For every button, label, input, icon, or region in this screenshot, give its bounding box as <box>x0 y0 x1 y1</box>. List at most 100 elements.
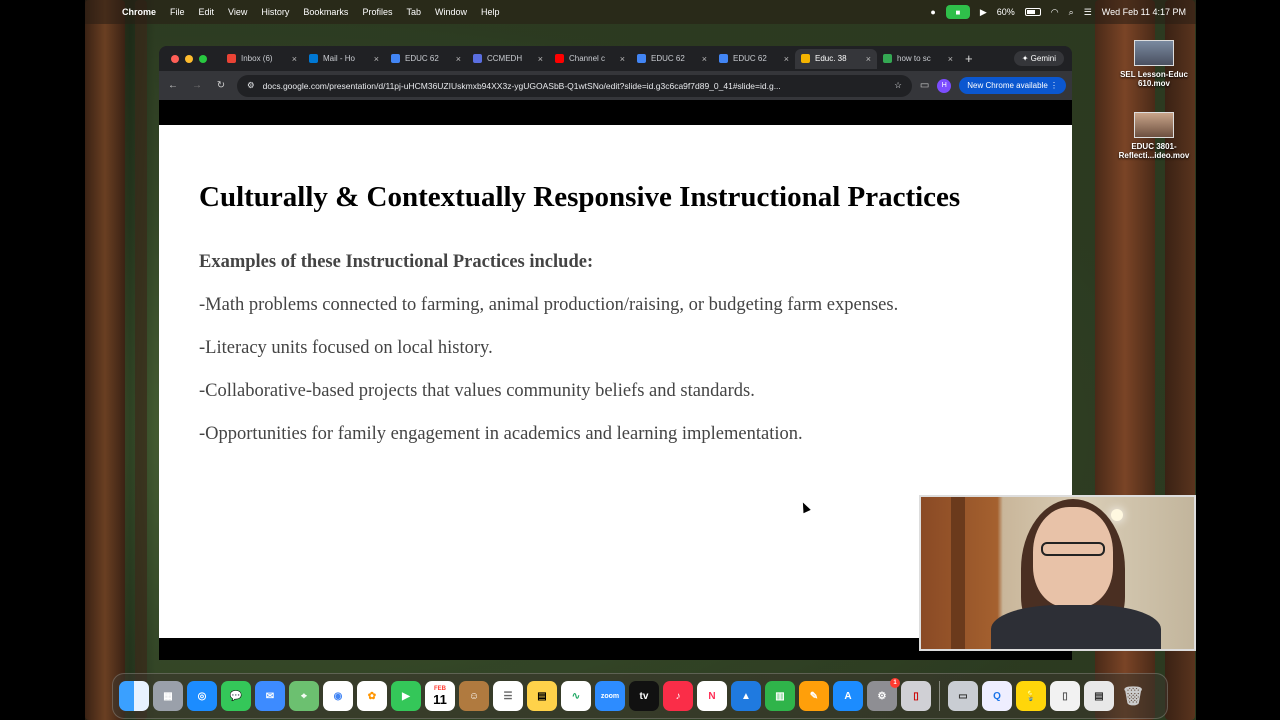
play-icon[interactable]: ▶ <box>980 7 987 18</box>
video-thumbnail <box>1134 112 1174 138</box>
browser-tab[interactable]: EDUC 62 × <box>385 49 467 69</box>
mail-icon[interactable]: ✉ <box>255 681 285 711</box>
close-tab-icon[interactable]: × <box>620 54 625 64</box>
trash-icon[interactable]: 🗑 <box>1118 681 1148 711</box>
pages-icon[interactable]: ✎ <box>799 681 829 711</box>
update-chrome-button[interactable]: New Chrome available ⋮ <box>959 77 1066 94</box>
desktop-file-educ-3801[interactable]: EDUC 3801-Reflecti...ideo.mov <box>1114 112 1194 160</box>
screen-record-icon[interactable]: ● <box>930 7 935 17</box>
close-tab-icon[interactable]: × <box>866 54 871 64</box>
keynote-icon[interactable]: ▲ <box>731 681 761 711</box>
downloads-folder-icon[interactable]: ▭ <box>948 681 978 711</box>
clock[interactable]: Wed Feb 11 4:17 PM <box>1102 7 1186 17</box>
facetime-video-icon[interactable]: ■ <box>945 5 970 19</box>
profile-avatar[interactable]: H <box>937 78 952 93</box>
tab-label: EDUC 62 <box>733 54 767 63</box>
zoom-icon[interactable]: zoom <box>595 681 625 711</box>
menu-edit[interactable]: Edit <box>199 7 215 17</box>
browser-tab[interactable]: Inbox (6) × <box>221 49 303 69</box>
close-tab-icon[interactable]: × <box>374 54 379 64</box>
tab-strip: Inbox (6) × Mail - Ho × EDUC 62 × CCMEDH × Chann… <box>159 46 1072 71</box>
browser-tab[interactable]: CCMEDH × <box>467 49 549 69</box>
contacts-icon[interactable]: ☺ <box>459 681 489 711</box>
site-info-icon[interactable]: ⚙ <box>247 80 255 91</box>
browser-tab[interactable]: Channel c × <box>549 49 631 69</box>
music-icon[interactable]: ♪ <box>663 681 693 711</box>
document-icon[interactable]: ▯ <box>1050 681 1080 711</box>
launchpad-icon[interactable]: ▦ <box>153 681 183 711</box>
tab-label: CCMEDH <box>487 54 523 63</box>
update-label: New Chrome available <box>967 81 1048 90</box>
close-window-icon[interactable] <box>171 54 179 63</box>
freeform-icon[interactable]: ∿ <box>561 681 591 711</box>
dock-separator <box>939 681 940 711</box>
menu-app-name[interactable]: Chrome <box>122 7 156 17</box>
browser-tab[interactable]: EDUC 62 × <box>713 49 795 69</box>
gemini-label: Gemini <box>1030 54 1056 63</box>
browser-tab[interactable]: Educ. 38 × <box>795 48 877 69</box>
menu-help[interactable]: Help <box>481 7 500 17</box>
maps-icon[interactable]: ⌖ <box>289 681 319 711</box>
menu-file[interactable]: File <box>170 7 185 17</box>
facetime-icon[interactable]: ▶ <box>391 681 421 711</box>
quicktime-icon[interactable]: Q <box>982 681 1012 711</box>
wifi-icon[interactable]: ◠ <box>1051 7 1059 18</box>
cast-icon[interactable]: ▭ <box>920 80 929 91</box>
forward-icon[interactable]: → <box>189 80 205 91</box>
bookmark-star-icon[interactable]: ☆ <box>894 80 902 91</box>
menu-window[interactable]: Window <box>435 7 467 17</box>
search-icon[interactable]: ⌕ <box>1069 7 1074 18</box>
photos-icon[interactable]: ✿ <box>357 681 387 711</box>
menu-bookmarks[interactable]: Bookmarks <box>303 7 348 17</box>
close-tab-icon[interactable]: × <box>784 54 789 64</box>
numbers-icon[interactable]: ▥ <box>765 681 795 711</box>
close-tab-icon[interactable]: × <box>538 54 543 64</box>
browser-tab[interactable]: how to sc × <box>877 49 959 69</box>
battery-icon[interactable] <box>1024 8 1041 16</box>
back-icon[interactable]: ← <box>165 80 181 91</box>
browser-toolbar: ← → ↻ ⚙ docs.google.com/presentation/d/1… <box>159 71 1072 100</box>
calendar-day: 11 <box>433 691 447 707</box>
menu-tab[interactable]: Tab <box>406 7 421 17</box>
zoom-window-icon[interactable] <box>199 54 207 63</box>
close-tab-icon[interactable]: × <box>702 54 707 64</box>
browser-tab[interactable]: Mail - Ho × <box>303 49 385 69</box>
preview-icon[interactable]: ▯ <box>901 681 931 711</box>
window-controls <box>171 54 207 63</box>
dock: ▦ ◎ 💬 ✉ ⌖ ◉ ✿ ▶ FEB 11 ☺ ☰ ▤ ∿ zoom tv ♪… <box>112 673 1168 719</box>
tab-favicon-icon <box>227 54 236 63</box>
notes-icon[interactable]: ▤ <box>527 681 557 711</box>
new-tab-icon[interactable]: + <box>965 51 973 66</box>
tab-favicon-icon <box>391 54 400 63</box>
apple-tv-icon[interactable]: tv <box>629 681 659 711</box>
finder-icon[interactable] <box>119 681 149 711</box>
presenter-body <box>991 605 1161 649</box>
tab-list: Inbox (6) × Mail - Ho × EDUC 62 × CCMEDH × Chann… <box>221 48 959 69</box>
tips-icon[interactable]: 💡 <box>1016 681 1046 711</box>
reminders-icon[interactable]: ☰ <box>493 681 523 711</box>
messages-icon[interactable]: 💬 <box>221 681 251 711</box>
menu-history[interactable]: History <box>261 7 289 17</box>
close-tab-icon[interactable]: × <box>456 54 461 64</box>
news-icon[interactable]: N <box>697 681 727 711</box>
menu-profiles[interactable]: Profiles <box>362 7 392 17</box>
desktop-file-sel-lesson[interactable]: SEL Lesson-Educ 610.mov <box>1114 40 1194 88</box>
calendar-icon[interactable]: FEB 11 <box>425 681 455 711</box>
gemini-button[interactable]: ✦ Gemini <box>1013 51 1064 66</box>
folder-stack-icon[interactable]: ▤ <box>1084 681 1114 711</box>
safari-icon[interactable]: ◎ <box>187 681 217 711</box>
app-store-icon[interactable]: A <box>833 681 863 711</box>
close-tab-icon[interactable]: × <box>948 54 953 64</box>
browser-tab[interactable]: EDUC 62 × <box>631 49 713 69</box>
close-tab-icon[interactable]: × <box>292 54 297 64</box>
address-bar[interactable]: ⚙ docs.google.com/presentation/d/11pj-uH… <box>237 74 912 97</box>
video-thumbnail <box>1134 40 1174 66</box>
system-settings-icon[interactable]: ⚙ 1 <box>867 678 900 711</box>
desktop-file-label: SEL Lesson-Educ 610.mov <box>1120 70 1188 88</box>
reload-icon[interactable]: ↻ <box>213 80 229 91</box>
tab-favicon-icon <box>555 54 564 63</box>
minimize-window-icon[interactable] <box>185 54 193 63</box>
chrome-icon[interactable]: ◉ <box>323 681 353 711</box>
menu-view[interactable]: View <box>228 7 247 17</box>
control-center-icon[interactable]: ☰ <box>1084 7 1092 18</box>
